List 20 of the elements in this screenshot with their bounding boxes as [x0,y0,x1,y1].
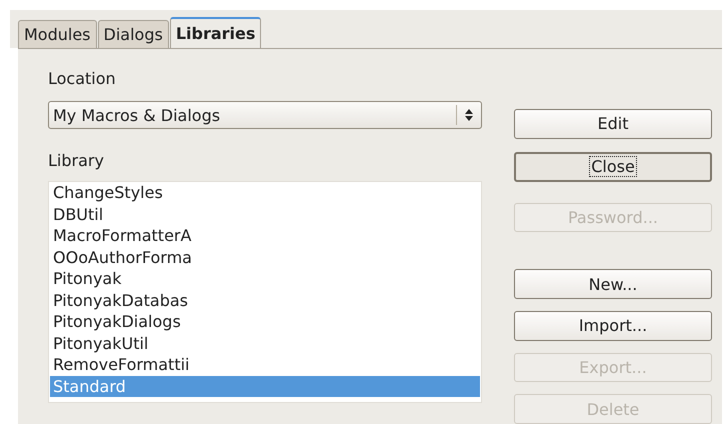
location-label: Location [48,69,117,89]
dialog-button[interactable]: New... [514,269,712,299]
up-down-arrows-icon [465,109,473,121]
dialog-button[interactable]: Close [514,152,712,182]
dialog-button[interactable]: Edit [514,109,712,139]
library-item[interactable]: RemoveFormattii [50,354,480,376]
dialog-button[interactable]: Import... [514,310,712,341]
tab[interactable]: Modules [18,20,97,48]
library-item[interactable]: PitonyakUtil [50,332,480,354]
library-item[interactable]: ChangeStyles [50,182,480,204]
library-item[interactable]: OOoAuthorForma [50,246,480,268]
library-item[interactable]: PitonyakDatabas [50,290,480,311]
library-item[interactable]: MacroFormatterA [50,225,480,246]
library-item[interactable]: Pitonyak [50,268,480,290]
tab[interactable]: Dialogs [98,20,169,48]
library-label: Library [48,151,105,171]
library-item[interactable]: PitonyakDialogs [50,311,480,332]
tab[interactable]: Libraries [170,17,262,48]
location-dropdown[interactable]: My Macros & Dialogs [48,101,482,129]
library-item[interactable]: DBUtil [50,204,480,225]
